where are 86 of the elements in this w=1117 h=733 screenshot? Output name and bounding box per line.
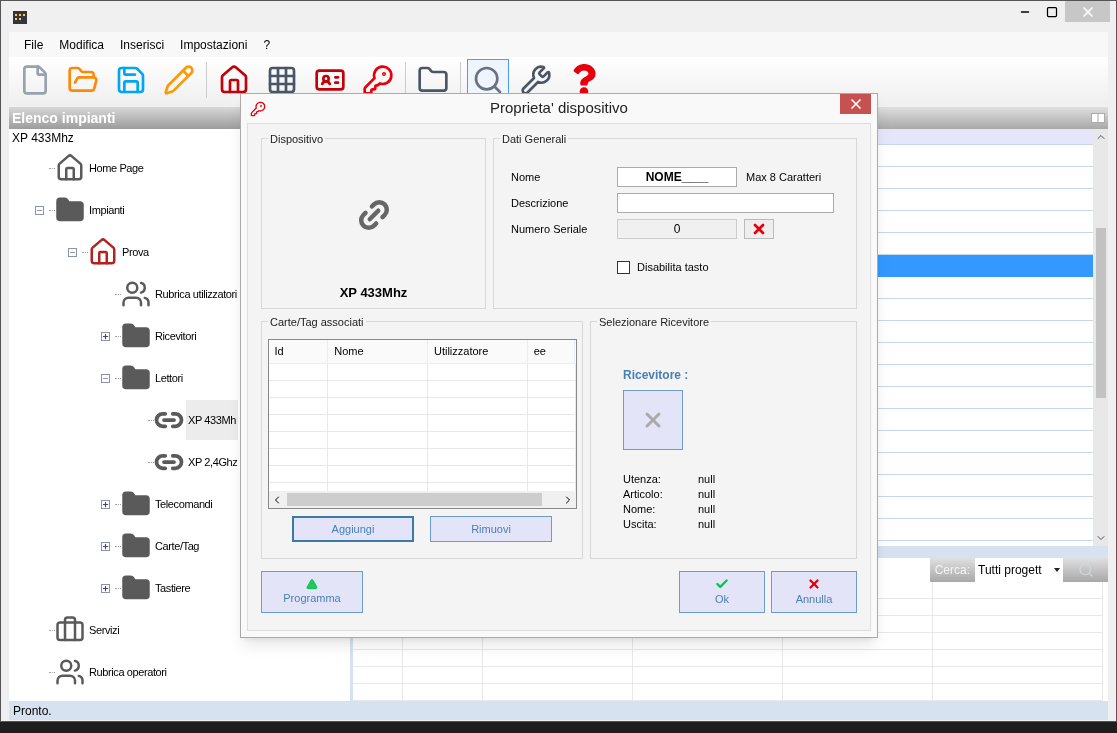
status-text: Pronto. xyxy=(13,702,52,720)
tree-item[interactable]: XP 2,4Ghz xyxy=(186,441,240,483)
app-icon xyxy=(12,8,28,25)
triangle-icon xyxy=(305,577,319,590)
users-icon xyxy=(55,657,85,687)
tree-item[interactable]: Servizi xyxy=(87,609,122,651)
search-icon xyxy=(472,64,504,96)
tree-item[interactable]: Carte/Tag xyxy=(153,525,202,567)
program-button[interactable]: Programma xyxy=(261,571,363,613)
info-label: Utenza: xyxy=(623,472,662,487)
column-header[interactable]: ee xyxy=(527,340,576,363)
current-item-label: XP 433Mhz xyxy=(11,130,75,147)
field-label: Numero Seriale xyxy=(511,221,589,237)
tree-item[interactable]: Prova xyxy=(120,231,151,273)
house-icon xyxy=(88,237,118,267)
key-icon xyxy=(250,100,266,117)
plus-icon xyxy=(101,332,109,340)
tree-item[interactable]: Impianti xyxy=(87,189,127,231)
menu-item[interactable]: Impostazioni xyxy=(173,32,255,57)
disable-checkbox[interactable] xyxy=(617,260,630,274)
tree-item[interactable]: Ricevitori xyxy=(153,315,199,357)
receiver-label: Ricevitore : xyxy=(623,367,690,384)
menu-item[interactable]: ? xyxy=(256,32,278,57)
tree-item[interactable]: Telecomandi xyxy=(153,483,215,525)
collapse-toggle[interactable] xyxy=(100,373,110,383)
expand-toggle[interactable] xyxy=(100,331,110,341)
maximize-icon xyxy=(1045,5,1058,18)
menu-item[interactable]: File xyxy=(17,32,51,57)
column-header[interactable]: Utilizzatore xyxy=(427,340,528,363)
dialog-title: Proprieta' dispositivo xyxy=(490,98,628,119)
collapse-toggle[interactable] xyxy=(67,247,77,257)
tree-item[interactable]: Home Page xyxy=(87,147,146,189)
tree-item[interactable]: Rubrica utilizzatori xyxy=(153,273,239,315)
cancel-icon xyxy=(806,576,822,591)
tree-item[interactable]: Tastiere xyxy=(153,567,193,609)
plus-icon xyxy=(101,500,109,508)
info-label: Uscita: xyxy=(623,517,658,532)
tree-item[interactable]: Rubrica operatori xyxy=(87,651,169,693)
plus-icon xyxy=(101,542,109,550)
home-icon xyxy=(55,153,85,183)
field-label: Descrizione xyxy=(511,195,570,211)
menu-item[interactable]: Modifica xyxy=(52,32,112,57)
info-value: null xyxy=(698,517,716,532)
receiver-button[interactable] xyxy=(623,390,683,450)
ok-button[interactable]: Ok xyxy=(679,571,765,613)
save-icon xyxy=(115,64,147,96)
info-value: null xyxy=(698,472,716,487)
keypad-icon xyxy=(266,64,298,96)
name-field[interactable]: NOME____ xyxy=(617,167,737,187)
add-button[interactable]: Aggiungi xyxy=(292,516,414,542)
tree-item[interactable]: XP 433Mh xyxy=(186,399,238,441)
panel-layout-icon xyxy=(1091,112,1105,123)
scrollbar[interactable] xyxy=(1093,128,1108,547)
device-name: XP 433Mhz xyxy=(339,283,408,302)
info-value: null xyxy=(698,487,716,502)
search-label: Cerca: xyxy=(929,558,975,582)
serial-field: 0 xyxy=(617,219,737,239)
info-label: Nome: xyxy=(623,502,657,517)
horizontal-scrollbar[interactable] xyxy=(268,491,576,508)
info-label: Articolo: xyxy=(623,487,664,502)
plus-icon xyxy=(101,584,109,592)
menu-item[interactable]: Inserisci xyxy=(113,32,172,57)
description-field[interactable] xyxy=(617,193,834,213)
pencil-icon xyxy=(163,64,195,96)
column-header[interactable]: Id xyxy=(268,340,329,363)
users-icon xyxy=(121,279,151,309)
close-button[interactable] xyxy=(840,94,871,114)
wrench-icon xyxy=(520,64,552,96)
tree-item[interactable]: Lettori xyxy=(153,357,185,399)
checkbox-label: Disabilita tasto xyxy=(637,260,709,275)
expand-toggle[interactable] xyxy=(100,583,110,593)
clear-button[interactable] xyxy=(744,219,774,239)
column-header[interactable]: Nome xyxy=(328,340,428,363)
remove-button[interactable]: Rimuovi xyxy=(430,516,552,542)
key-icon xyxy=(362,64,394,96)
check-icon xyxy=(714,576,730,591)
dropdown-arrow-icon xyxy=(1054,568,1060,573)
info-value: null xyxy=(698,502,716,517)
search-icon xyxy=(1077,562,1094,579)
home-icon xyxy=(218,64,250,96)
clear-icon xyxy=(751,221,767,237)
collapse-toggle[interactable] xyxy=(34,205,44,215)
expand-toggle[interactable] xyxy=(100,499,110,509)
expand-toggle[interactable] xyxy=(100,541,110,551)
field-label: Nome xyxy=(511,169,542,185)
hint-text: Max 8 Caratteri xyxy=(746,169,822,185)
